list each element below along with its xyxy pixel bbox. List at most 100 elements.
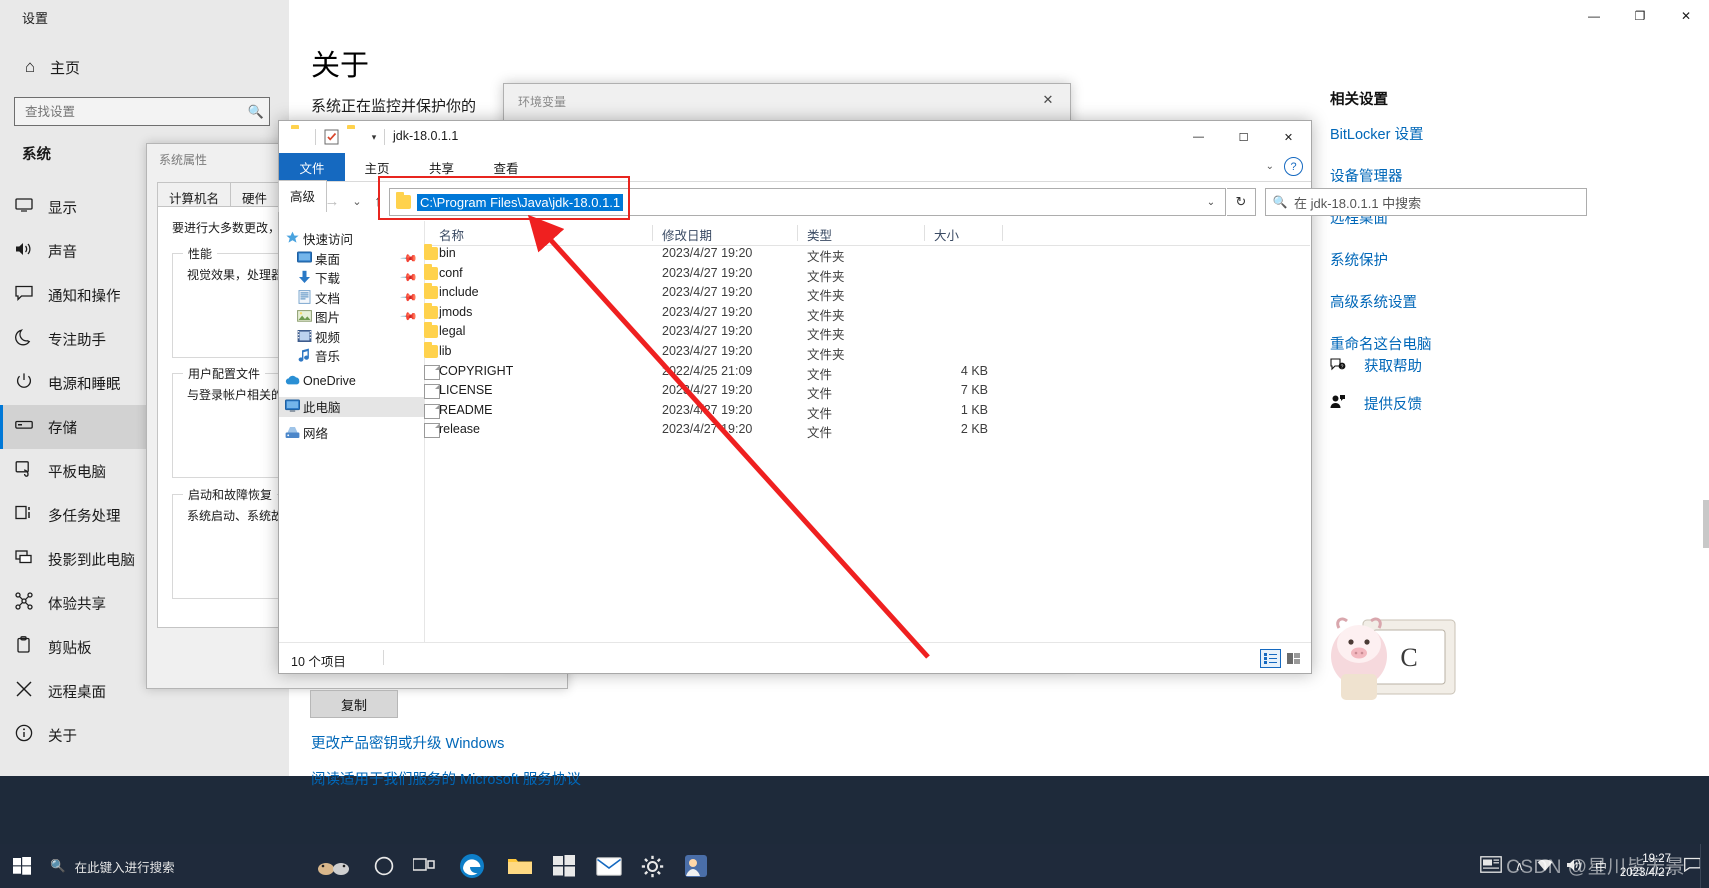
sidebar-item-13[interactable]: 关于 <box>0 713 289 757</box>
column-divider-1[interactable] <box>652 225 653 241</box>
nav-pane-item-label: 音乐 <box>315 346 340 365</box>
file-row[interactable]: conf2023/4/27 19:20文件夹 <box>424 265 1310 285</box>
explorer-minimize-button[interactable]: — <box>1176 121 1221 153</box>
large-icons-view-icon[interactable] <box>1283 649 1304 668</box>
sysprops-tab-3[interactable]: 高级 <box>278 180 327 212</box>
file-row[interactable]: release2023/4/27 19:20文件2 KB <box>424 421 1310 441</box>
properties-icon[interactable] <box>323 128 341 146</box>
ribbon-expand-chevron-icon[interactable]: ⌄ <box>1266 161 1274 172</box>
ribbon-tab-4[interactable]: 查看 <box>474 153 538 181</box>
nav-pane-item-1[interactable]: 快速访问 <box>279 229 424 249</box>
nav-pane-item-10[interactable]: 网络 <box>279 423 424 443</box>
pin-icon[interactable]: 📌 <box>400 268 419 287</box>
app-icon[interactable] <box>672 844 720 888</box>
folder-icon <box>424 267 438 280</box>
nav-pane-item-5[interactable]: 图片📌 <box>279 307 424 327</box>
file-row[interactable]: lib2023/4/27 19:20文件夹 <box>424 343 1310 363</box>
status-item-count: 10 个项目 <box>291 651 346 670</box>
news-icon[interactable] <box>1480 856 1502 876</box>
notification-center-icon[interactable] <box>1684 857 1701 875</box>
ribbon-tab-1[interactable]: 文件 <box>279 153 345 181</box>
settings-gear-icon[interactable] <box>628 844 676 888</box>
nav-pane-item-6[interactable]: 视频 <box>279 327 424 347</box>
taskbar-search[interactable]: 🔍 在此键入进行搜索 <box>50 844 175 888</box>
file-row[interactable]: README2023/4/27 19:20文件1 KB <box>424 402 1310 422</box>
related-link-1[interactable]: BitLocker 设置 <box>1330 123 1670 144</box>
start-button[interactable] <box>0 844 44 888</box>
file-row[interactable]: bin2023/4/27 19:20文件夹 <box>424 245 1310 265</box>
address-bar-text[interactable]: C:\Program Files\Java\jdk-18.0.1.1 <box>417 194 623 211</box>
column-divider-2[interactable] <box>797 225 798 241</box>
related-link-5[interactable]: 高级系统设置 <box>1330 291 1670 312</box>
folder-icon <box>424 325 438 338</box>
related-link-2[interactable]: 设备管理器 <box>1330 165 1670 186</box>
file-row[interactable]: LICENSE2023/4/27 19:20文件7 KB <box>424 382 1310 402</box>
column-header-size[interactable]: 大小 <box>934 225 959 244</box>
settings-minimize-button[interactable]: — <box>1571 0 1617 32</box>
scrollbar-thumb[interactable] <box>1703 500 1709 548</box>
explorer-search-box[interactable]: 🔍 在 jdk-18.0.1.1 中搜索 <box>1265 188 1587 216</box>
advanced-note: 要进行大多数更改，你 <box>172 219 292 236</box>
column-header-name[interactable]: 名称 <box>439 225 464 244</box>
column-divider-3[interactable] <box>924 225 925 241</box>
file-row[interactable]: COPYRIGHT2022/4/25 21:09文件4 KB <box>424 363 1310 383</box>
file-row[interactable]: legal2023/4/27 19:20文件夹 <box>424 323 1310 343</box>
feedback-row[interactable]: 提供反馈 <box>1330 393 1670 414</box>
nav-pane-item-label: 视频 <box>315 327 340 346</box>
up-button[interactable]: ↑ <box>367 190 389 212</box>
nav-pane-item-3[interactable]: 下载📌 <box>279 268 424 288</box>
pin-icon[interactable]: 📌 <box>400 307 419 326</box>
ribbon-tab-2[interactable]: 主页 <box>345 153 409 181</box>
related-link-4[interactable]: 系统保护 <box>1330 249 1670 270</box>
microsoft-store-icon[interactable] <box>540 844 588 888</box>
refresh-button[interactable]: ↻ <box>1227 188 1256 216</box>
related-link-6[interactable]: 重命名这台电脑 <box>1330 333 1670 354</box>
nav-pane-item-7[interactable]: 音乐 <box>279 346 424 366</box>
mail-icon[interactable] <box>585 844 633 888</box>
recent-locations-button[interactable]: ⌄ <box>346 190 368 212</box>
address-bar[interactable]: C:\Program Files\Java\jdk-18.0.1.1 ⌄ <box>389 188 1226 216</box>
settings-maximize-button[interactable]: ❐ <box>1617 0 1663 32</box>
sidebar-home[interactable]: ⌂ 主页 <box>10 50 278 84</box>
ribbon-tab-3[interactable]: 共享 <box>409 153 474 181</box>
column-divider-4[interactable] <box>1002 225 1003 241</box>
csdn-sticker-icon: C <box>1327 604 1462 706</box>
microsoft-services-agreement-link[interactable]: 阅读适用于我们服务的 Microsoft 服务协议 <box>311 768 581 789</box>
share-icon <box>0 592 48 614</box>
feedback-person-icon <box>1330 394 1364 414</box>
env-dialog-close-button[interactable]: ✕ <box>1026 84 1070 116</box>
file-row[interactable]: include2023/4/27 19:20文件夹 <box>424 284 1310 304</box>
get-help-row[interactable]: ? 获取帮助 <box>1330 355 1670 376</box>
multitask-icon <box>0 504 48 526</box>
copy-button[interactable]: 复制 <box>310 690 398 718</box>
settings-close-button[interactable]: ✕ <box>1663 0 1709 32</box>
edge-browser-icon[interactable] <box>448 844 496 888</box>
change-product-key-link[interactable]: 更改产品密钥或升级 Windows <box>311 732 504 753</box>
cortana-pets-icon[interactable] <box>310 844 358 888</box>
chevron-down-icon[interactable]: ▾ <box>365 128 383 146</box>
documents-icon <box>297 290 312 304</box>
nav-pane-item-8[interactable]: OneDrive <box>279 372 424 392</box>
ribbon-help-icon[interactable]: ? <box>1284 157 1303 176</box>
pin-icon[interactable]: 📌 <box>400 249 419 268</box>
file-name: LICENSE <box>439 383 493 397</box>
file-explorer-icon[interactable] <box>496 844 544 888</box>
file-explorer-window: ▾ jdk-18.0.1.1 — ☐ ✕ ⌄ ? 文件主页共享查看 ← → ⌄ … <box>278 120 1312 674</box>
column-header-type[interactable]: 类型 <box>807 225 832 244</box>
help-block: ? 获取帮助 提供反馈 <box>1330 355 1670 431</box>
task-view-icon[interactable] <box>400 844 448 888</box>
file-row[interactable]: jmods2023/4/27 19:20文件夹 <box>424 304 1310 324</box>
sidebar-item-label: 多任务处理 <box>48 505 121 526</box>
settings-search-input[interactable] <box>15 104 243 120</box>
settings-search-box[interactable]: 🔍 <box>14 97 270 126</box>
explorer-maximize-button[interactable]: ☐ <box>1221 121 1266 153</box>
details-view-icon[interactable] <box>1260 649 1281 668</box>
column-header-date[interactable]: 修改日期 <box>662 225 712 244</box>
explorer-close-button[interactable]: ✕ <box>1266 121 1311 153</box>
nav-pane-item-2[interactable]: 桌面📌 <box>279 249 424 269</box>
nav-pane-item-4[interactable]: 文档📌 <box>279 288 424 308</box>
nav-pane-item-9[interactable]: 此电脑 <box>279 397 424 417</box>
address-dropdown-chevron-icon[interactable]: ⌄ <box>1197 197 1225 208</box>
show-desktop-button[interactable] <box>1700 844 1709 888</box>
pin-icon[interactable]: 📌 <box>400 288 419 307</box>
